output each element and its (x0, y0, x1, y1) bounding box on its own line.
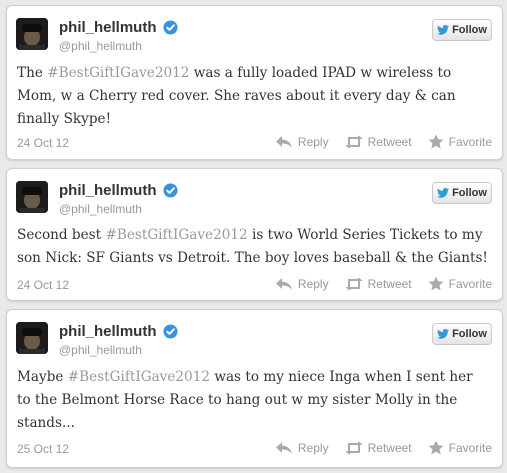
hashtag-link[interactable]: #BestGiftIGave2012 (105, 227, 247, 243)
tweet-line: son Nick: SF Giants vs Detroit. The boy … (17, 247, 494, 270)
tweet-text-segment: stands... (17, 415, 75, 431)
follow-label: Follow (452, 187, 487, 199)
favorite-button[interactable]: Favorite (428, 440, 492, 455)
favorite-star-icon (428, 134, 444, 149)
retweet-icon (345, 277, 363, 290)
tweet-text-segment: Mom, w a Cherry red cover. She raves abo… (17, 88, 456, 104)
tweet-text: Second best #BestGiftIGave2012 is two Wo… (17, 224, 494, 270)
retweet-label: Retweet (367, 134, 412, 149)
reply-label: Reply (297, 276, 329, 291)
favorite-button[interactable]: Favorite (428, 276, 492, 291)
display-name[interactable]: phil_hellmuth (59, 19, 157, 36)
reply-button[interactable]: Reply (275, 277, 329, 291)
tweet-text-segment: finally Skype! (17, 111, 112, 127)
tweet-card: phil_hellmuth @phil_hellmuth Follow Seco… (6, 168, 503, 301)
tweet-text: Maybe #BestGiftIGave2012 was to my niece… (17, 366, 494, 435)
tweet-line: The #BestGiftIGave2012 was a fully loade… (17, 62, 494, 85)
verified-badge-icon (162, 19, 178, 35)
tweet-text-segment: The (17, 65, 48, 81)
reply-icon (275, 441, 292, 454)
tweet-card: phil_hellmuth @phil_hellmuth Follow The … (6, 5, 503, 160)
display-name[interactable]: phil_hellmuth (59, 182, 157, 199)
tweet-card: phil_hellmuth @phil_hellmuth Follow Mayb… (6, 309, 503, 468)
tweet-text-segment: Maybe (17, 369, 68, 385)
tweet-text-segment: was to my niece Inga when I sent her (210, 369, 473, 385)
hashtag-link[interactable]: #BestGiftIGave2012 (68, 369, 210, 385)
tweet-text-segment: Second best (17, 227, 106, 243)
tweet-line: finally Skype! (17, 108, 494, 131)
twitter-bird-icon (437, 25, 450, 35)
follow-button[interactable]: Follow (432, 182, 492, 204)
tweet-date[interactable]: 25 Oct 12 (17, 442, 69, 456)
favorite-star-icon (428, 276, 444, 291)
reply-label: Reply (297, 134, 329, 149)
tweet-line: stands... (17, 412, 494, 435)
verified-badge-icon (162, 182, 178, 198)
avatar[interactable] (16, 181, 48, 213)
tweet-date[interactable]: 24 Oct 12 (17, 278, 69, 292)
tweet-text-segment: is two World Series Tickets to my (247, 227, 483, 243)
retweet-button[interactable]: Retweet (345, 441, 412, 455)
tweet-text-segment: son Nick: SF Giants vs Detroit. The boy … (17, 250, 488, 266)
reply-button[interactable]: Reply (275, 441, 329, 455)
handle[interactable]: @phil_hellmuth (59, 39, 142, 53)
tweet-date[interactable]: 24 Oct 12 (17, 136, 69, 150)
follow-button[interactable]: Follow (432, 19, 492, 41)
follow-label: Follow (452, 328, 487, 340)
retweet-label: Retweet (367, 440, 412, 455)
tweet-line: Mom, w a Cherry red cover. She raves abo… (17, 85, 494, 108)
twitter-bird-icon (437, 329, 450, 339)
hashtag-link[interactable]: #BestGiftIGave2012 (47, 65, 189, 81)
reply-button[interactable]: Reply (275, 135, 329, 149)
favorite-label: Favorite (448, 276, 492, 291)
avatar[interactable] (16, 322, 48, 354)
favorite-label: Favorite (448, 134, 492, 149)
retweet-button[interactable]: Retweet (345, 277, 412, 291)
retweet-button[interactable]: Retweet (345, 135, 412, 149)
reply-icon (275, 135, 292, 148)
retweet-label: Retweet (367, 276, 412, 291)
verified-badge-icon (162, 323, 178, 339)
handle[interactable]: @phil_hellmuth (59, 202, 142, 216)
favorite-star-icon (428, 440, 444, 455)
display-name[interactable]: phil_hellmuth (59, 323, 157, 340)
retweet-icon (345, 441, 363, 454)
twitter-bird-icon (437, 188, 450, 198)
follow-label: Follow (452, 24, 487, 36)
reply-label: Reply (297, 440, 329, 455)
follow-button[interactable]: Follow (432, 323, 492, 345)
avatar[interactable] (16, 18, 48, 50)
favorite-button[interactable]: Favorite (428, 134, 492, 149)
handle[interactable]: @phil_hellmuth (59, 343, 142, 357)
tweet-line: Maybe #BestGiftIGave2012 was to my niece… (17, 366, 494, 389)
tweet-text-segment: to the Belmont Horse Race to hang out w … (17, 392, 458, 408)
tweet-text-segment: was a fully loaded IPAD w wireless to (189, 65, 452, 81)
tweet-line: Second best #BestGiftIGave2012 is two Wo… (17, 224, 494, 247)
tweet-text: The #BestGiftIGave2012 was a fully loade… (17, 62, 494, 131)
retweet-icon (345, 135, 363, 148)
tweet-line: to the Belmont Horse Race to hang out w … (17, 389, 494, 412)
reply-icon (275, 277, 292, 290)
favorite-label: Favorite (448, 440, 492, 455)
